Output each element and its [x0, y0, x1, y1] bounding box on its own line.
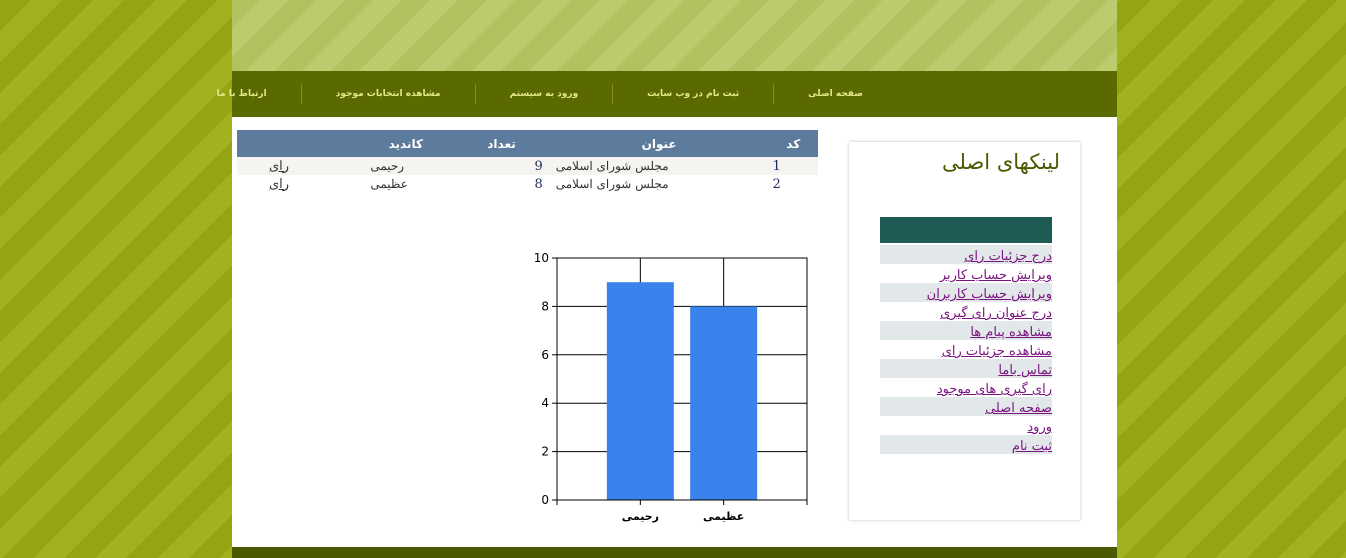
- nav-login[interactable]: ورود به سیستم: [474, 84, 613, 104]
- bar: [690, 306, 758, 500]
- sidebar-link-row: رای گیری های موجود: [880, 378, 1052, 397]
- sidebar-header-bar: [880, 217, 1052, 243]
- sidebar-link-row: تماس باما: [880, 359, 1052, 378]
- page-container: صفحه اصلی ثبت نام در وب سایت ورود به سیس…: [217, 0, 1117, 558]
- results-table: کد عنوان تعداد کاندید 1 مجلس شورای اسلام…: [237, 130, 818, 193]
- sidebar-link-row: ویرایش حساب کاربران: [880, 283, 1052, 302]
- sidebar-link-row: مشاهده جزئیات رای: [880, 340, 1052, 359]
- table-header-row: کد عنوان تعداد کاندید: [237, 130, 818, 157]
- sidebar-link-row: ورود: [880, 416, 1052, 435]
- link-login[interactable]: ورود: [1027, 420, 1052, 435]
- link-edit-users-accounts[interactable]: ویرایش حساب کاربران: [927, 287, 1052, 302]
- cell-candidate: رحیمی: [358, 157, 454, 175]
- sidebar-link-row: صفحه اصلی: [880, 397, 1052, 416]
- link-view-messages[interactable]: مشاهده پیام ها: [970, 325, 1052, 340]
- bar: [606, 282, 674, 500]
- sidebar-link-row: مشاهده پیام ها: [880, 321, 1052, 340]
- header-code: کد: [768, 130, 818, 157]
- x-tick-label: عظیمی: [703, 510, 744, 523]
- y-tick-label: 4: [541, 396, 549, 410]
- sidebar-link-row: درج جزئیات رای: [880, 245, 1052, 264]
- cell-vote: رای: [237, 157, 359, 175]
- cell-vote: رای: [237, 175, 358, 193]
- link-register[interactable]: ثبت نام: [1012, 439, 1052, 454]
- y-tick-label: 6: [541, 348, 549, 362]
- nav-home[interactable]: صفحه اصلی: [773, 84, 897, 104]
- sidebar-link-row: ویرایش حساب کاربر: [880, 264, 1052, 283]
- table-row: 1 مجلس شورای اسلامی 9 رحیمی رای: [237, 157, 818, 175]
- sidebar-link-row: ثبت نام: [880, 435, 1052, 454]
- sidebar-title: لینکهای اصلی: [942, 150, 1060, 174]
- header-title: عنوان: [549, 130, 769, 157]
- nav-register[interactable]: ثبت نام در وب سایت: [612, 84, 773, 104]
- results-chart: 0 2 4 6 8 10 رحیمی عظیمی: [534, 251, 808, 523]
- table-row: 2 مجلس شورای اسلامی 8 عظیمی رای: [237, 175, 818, 193]
- link-insert-vote-details[interactable]: درج جزئیات رای: [964, 249, 1052, 264]
- link-existing-polls[interactable]: رای گیری های موجود: [937, 382, 1052, 397]
- cell-count: 9: [453, 157, 550, 175]
- sidebar-link-row: درج عنوان رای گیری: [880, 302, 1052, 321]
- y-tick-label: 10: [534, 251, 549, 265]
- plot-frame: [556, 257, 808, 501]
- cell-code: 2: [772, 176, 781, 192]
- main-nav: صفحه اصلی ثبت نام در وب سایت ورود به سیس…: [217, 71, 1117, 117]
- cell-candidate: عظیمی: [370, 177, 408, 191]
- link-home[interactable]: صفحه اصلی: [985, 401, 1052, 416]
- cell-code: 1: [768, 157, 818, 175]
- cell-title: مجلس شورای اسلامی: [555, 177, 669, 191]
- link-insert-poll-title[interactable]: درج عنوان رای گیری: [940, 306, 1052, 321]
- y-tick-label: 0: [541, 493, 549, 507]
- x-tick-label: رحیمی: [622, 510, 659, 523]
- link-edit-user-account[interactable]: ویرایش حساب کاربر: [940, 268, 1052, 283]
- nav-contact[interactable]: ارتباط با ما: [183, 84, 301, 104]
- link-contact-us[interactable]: تماس باما: [998, 363, 1052, 378]
- y-tick-label: 2: [541, 445, 549, 459]
- sidebar-links: درج جزئیات رای ویرایش حساب کاربر ویرایش …: [880, 245, 1052, 454]
- header-count: تعداد: [453, 130, 550, 157]
- vote-link[interactable]: رای: [269, 159, 289, 174]
- nav-elections[interactable]: مشاهده انتخابات موجود: [300, 84, 475, 104]
- header-candidate: کاندید: [358, 130, 454, 157]
- y-tick-label: 8: [541, 299, 549, 313]
- vote-link[interactable]: رای: [269, 177, 289, 192]
- header-banner: [232, 0, 1117, 71]
- header-vote: [237, 130, 359, 157]
- cell-title: مجلس شورای اسلامی: [549, 157, 769, 175]
- sidebar: لینکهای اصلی درج جزئیات رای ویرایش حساب …: [849, 142, 1080, 520]
- link-view-vote-details[interactable]: مشاهده جزئیات رای: [942, 344, 1052, 359]
- cell-count: 8: [534, 176, 543, 192]
- footer-bar: [232, 547, 1117, 558]
